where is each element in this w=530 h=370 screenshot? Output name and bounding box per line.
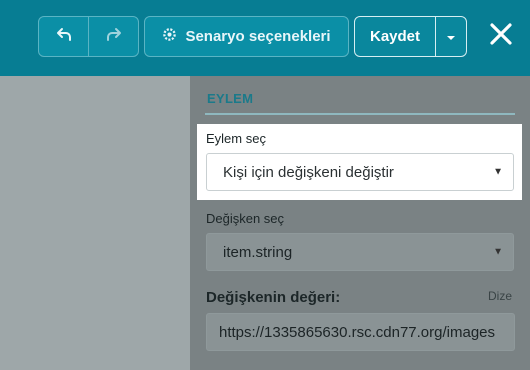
undo-icon <box>56 26 72 47</box>
variable-value-label: Değişkenin değeri: <box>206 289 341 306</box>
caret-down-icon: ▼ <box>493 246 503 258</box>
save-options-dropdown[interactable] <box>435 16 467 57</box>
close-icon <box>490 22 512 50</box>
save-button[interactable]: Kaydet <box>354 16 436 57</box>
variable-select-label: Değişken seç <box>206 211 285 226</box>
caret-down-icon <box>446 28 456 46</box>
action-select-label: Eylem seç <box>206 131 266 146</box>
scenario-options-button[interactable]: Senaryo seçenekleri <box>144 16 349 57</box>
caret-down-icon: ▼ <box>493 166 503 178</box>
redo-button[interactable] <box>88 17 138 56</box>
action-select[interactable]: Kişi için değişkeni değiştir ▼ <box>206 153 514 191</box>
scenario-options-label: Senaryo seçenekleri <box>185 28 331 45</box>
variable-value-input[interactable]: https://1335865630.rsc.cdn77.org/images <box>206 313 515 351</box>
save-label: Kaydet <box>369 28 421 45</box>
top-toolbar: Senaryo seçenekleri Kaydet <box>0 0 530 76</box>
variable-type-tag: Dize <box>488 289 513 303</box>
variable-select-value: item.string <box>223 243 293 261</box>
canvas-area <box>0 76 190 370</box>
gear-icon <box>162 27 177 46</box>
variable-select[interactable]: item.string ▼ <box>206 233 514 271</box>
undo-redo-group <box>38 16 139 57</box>
action-select-value: Kişi için değişkeni değiştir <box>223 163 394 181</box>
undo-button[interactable] <box>39 17 88 56</box>
section-divider <box>205 113 515 115</box>
close-button[interactable] <box>484 18 518 54</box>
section-title: EYLEM <box>207 91 254 106</box>
variable-value-text: https://1335865630.rsc.cdn77.org/images <box>219 323 496 341</box>
redo-icon <box>106 26 122 47</box>
